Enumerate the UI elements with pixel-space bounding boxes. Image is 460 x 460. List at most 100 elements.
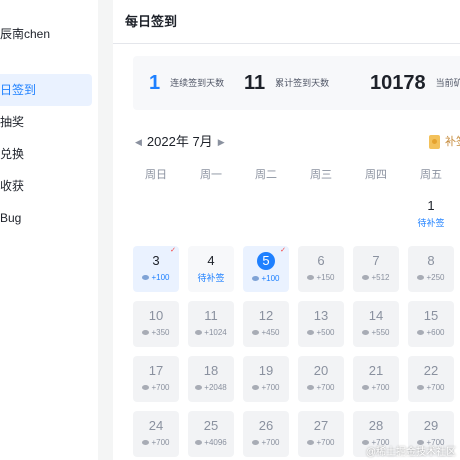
day-number: 15	[423, 308, 439, 323]
reward-text: +1024	[204, 328, 227, 337]
day-reward: +600	[408, 327, 454, 339]
reward-text: +600	[426, 328, 445, 337]
makeup-card-button[interactable]: 补签	[429, 133, 460, 151]
day-reward: +100	[243, 273, 289, 285]
day-reward: +2048	[188, 382, 234, 394]
day-number: 21	[368, 363, 384, 378]
ore-icon	[417, 385, 425, 391]
stat-total-label: 累计签到天数	[275, 78, 330, 88]
calendar-day-cell[interactable]: 12 +450	[243, 301, 289, 347]
calendar-day-cell[interactable]: 5 +100 ✓	[243, 246, 289, 292]
ore-icon	[142, 385, 150, 391]
day-number: 25	[203, 418, 219, 433]
ore-icon	[362, 275, 370, 281]
ore-icon	[252, 385, 260, 391]
reward-text: +700	[261, 438, 280, 447]
ore-icon	[252, 276, 260, 282]
calendar-day-cell[interactable]: 17 +700	[133, 356, 179, 402]
day-number: 1	[427, 198, 435, 213]
day-reward: +1024	[188, 327, 234, 339]
day-number: 20	[313, 363, 329, 378]
calendar-day-cell[interactable]: 22 +700	[408, 356, 454, 402]
day-reward: +512	[353, 272, 399, 284]
calendar-day-cell[interactable]: 7 +512	[353, 246, 399, 292]
weekday-label: 周一	[200, 169, 222, 181]
calendar-day-cell[interactable]: 8 +250	[408, 246, 454, 292]
day-reward: +4096	[188, 437, 234, 449]
day-number: 12	[258, 308, 274, 323]
day-number: 17	[148, 363, 164, 378]
ore-icon	[195, 440, 203, 446]
sidebar-item-harvest[interactable]: 收获	[0, 170, 92, 202]
ore-icon	[252, 440, 260, 446]
ore-icon	[142, 275, 150, 281]
calendar-day-cell[interactable]: 11 +1024	[188, 301, 234, 347]
stat-total-value: 11	[244, 72, 266, 94]
day-reward: +700	[408, 382, 454, 394]
day-number: 29	[423, 418, 439, 433]
calendar-day-cell[interactable]: 25 +4096	[188, 411, 234, 457]
day-number: 24	[148, 418, 164, 433]
reward-text: +4096	[204, 438, 227, 447]
day-reward: +700	[133, 382, 179, 394]
calendar-day-cell[interactable]: 18 +2048	[188, 356, 234, 402]
ore-icon	[307, 275, 315, 281]
sidebar-item-bug[interactable]: Bug	[0, 202, 92, 234]
reward-text: +700	[316, 438, 335, 447]
reward-text: +700	[151, 383, 170, 392]
reward-text: +100	[151, 273, 170, 282]
calendar-day-cell[interactable]: 27 +700	[298, 411, 344, 457]
ore-icon	[362, 385, 370, 391]
ore-icon	[307, 385, 315, 391]
day-reward: 待补签	[408, 217, 454, 229]
day-reward: +500	[298, 327, 344, 339]
sidebar-item-daily-checkin[interactable]: 日签到	[0, 74, 92, 106]
calendar-day-cell[interactable]: 6 +150	[298, 246, 344, 292]
ore-icon	[417, 275, 425, 281]
sidebar: 辰南chen 日签到 抽奖 兑换 收获 Bug	[0, 0, 98, 460]
calendar-day-cell[interactable]: 4 待补签	[188, 246, 234, 292]
sidebar-item-exchange[interactable]: 兑换	[0, 138, 92, 170]
day-number: 6	[317, 253, 325, 268]
reward-text: +100	[261, 274, 280, 283]
day-number: 22	[423, 363, 439, 378]
prev-month-icon[interactable]: ◀	[135, 137, 142, 147]
month-label: 2022年 7月	[146, 134, 213, 149]
weekday-label: 周五	[420, 169, 442, 181]
sidebar-item-lottery[interactable]: 抽奖	[0, 106, 92, 138]
day-number: 28	[368, 418, 384, 433]
day-number: 27	[313, 418, 329, 433]
page-title: 每日签到	[113, 0, 460, 44]
calendar-day-cell[interactable]: 3 +100 ✓	[133, 246, 179, 292]
calendar-day-cell[interactable]: 19 +700	[243, 356, 289, 402]
day-reward: +700	[243, 382, 289, 394]
calendar-day-cell[interactable]: 20 +700	[298, 356, 344, 402]
calendar-day-cell[interactable]: 1 待补签	[408, 191, 454, 237]
day-reward: +100	[133, 272, 179, 284]
reward-text: +150	[316, 273, 335, 282]
calendar-day-cell[interactable]: 26 +700	[243, 411, 289, 457]
makeup-card-label: 补签	[445, 136, 460, 148]
reward-text: +512	[371, 273, 390, 282]
calendar-day-cell[interactable]: 13 +500	[298, 301, 344, 347]
reward-text: +700	[316, 383, 335, 392]
next-month-icon[interactable]: ▶	[218, 137, 225, 147]
calendar-day-cell[interactable]: 21 +700	[353, 356, 399, 402]
calendar-day-cell[interactable]: 10 +350	[133, 301, 179, 347]
calendar-day-cell[interactable]: 15 +600	[408, 301, 454, 347]
weekday-label: 周二	[255, 169, 277, 181]
reward-text: +2048	[204, 383, 227, 392]
reward-text: +700	[151, 438, 170, 447]
reward-text: +350	[151, 328, 170, 337]
calendar-day-cell[interactable]: 24 +700	[133, 411, 179, 457]
calendar-day-cell[interactable]: 14 +550	[353, 301, 399, 347]
day-reward: 待补签	[188, 272, 234, 284]
ore-icon	[362, 330, 370, 336]
watermark: @稀土掘金技术社区	[365, 447, 456, 458]
day-reward: +700	[298, 437, 344, 449]
day-number: 10	[148, 308, 164, 323]
day-number: 13	[313, 308, 329, 323]
day-number: 18	[203, 363, 219, 378]
stat-ore: 10178 当前矿	[370, 56, 460, 110]
day-number: 19	[258, 363, 274, 378]
